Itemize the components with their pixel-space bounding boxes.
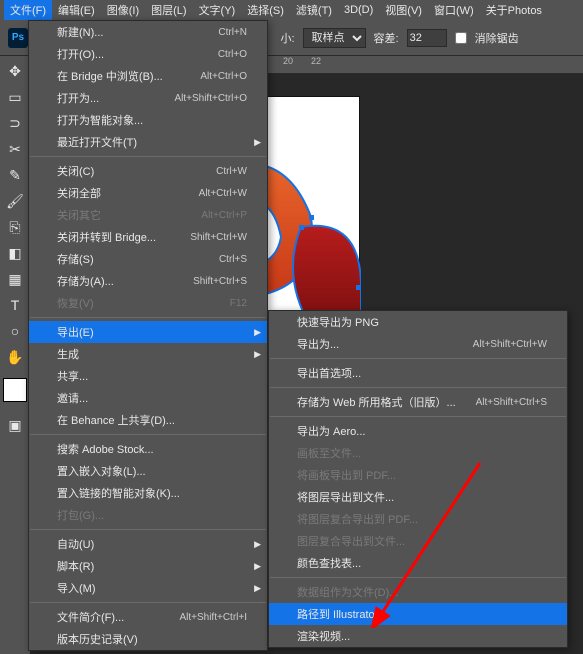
file-menu-dropdown: 新建(N)...Ctrl+N打开(O)...Ctrl+O在 Bridge 中浏览… bbox=[28, 20, 268, 651]
menu-item[interactable]: 快速导出为 PNG bbox=[269, 311, 567, 333]
menu-item[interactable]: 新建(N)...Ctrl+N bbox=[29, 21, 267, 43]
menu-item[interactable]: 共享... bbox=[29, 365, 267, 387]
hand-tool-icon[interactable]: ✋ bbox=[4, 346, 26, 368]
chevron-right-icon: ▶ bbox=[254, 561, 261, 572]
type-tool-icon[interactable]: T bbox=[4, 294, 26, 316]
menu-item[interactable]: 邀请... bbox=[29, 387, 267, 409]
ps-logo: Ps bbox=[8, 28, 28, 48]
menubar-item[interactable]: 选择(S) bbox=[241, 0, 290, 20]
menu-item[interactable]: 文件简介(F)...Alt+Shift+Ctrl+I bbox=[29, 606, 267, 628]
shape-tool-icon[interactable]: ○ bbox=[4, 320, 26, 342]
menu-item[interactable]: 导出为...Alt+Shift+Ctrl+W bbox=[269, 333, 567, 355]
menu-item[interactable]: 打开为智能对象... bbox=[29, 109, 267, 131]
menu-item[interactable]: 颜色查找表... bbox=[269, 552, 567, 574]
menu-item: 关闭其它Alt+Ctrl+P bbox=[29, 204, 267, 226]
menu-item: 画板至文件... bbox=[269, 442, 567, 464]
move-tool-icon[interactable]: ✥ bbox=[4, 60, 26, 82]
edit-mode-icon[interactable]: ▣ bbox=[4, 414, 26, 436]
menu-item[interactable]: 搜索 Adobe Stock... bbox=[29, 438, 267, 460]
menu-item[interactable]: 关闭并转到 Bridge...Shift+Ctrl+W bbox=[29, 226, 267, 248]
menu-item[interactable]: 关闭(C)Ctrl+W bbox=[29, 160, 267, 182]
menubar-item[interactable]: 3D(D) bbox=[338, 2, 379, 18]
tolerance-label: 容差: bbox=[374, 30, 399, 46]
menu-item[interactable]: 在 Bridge 中浏览(B)...Alt+Ctrl+O bbox=[29, 65, 267, 87]
menubar-item[interactable]: 窗口(W) bbox=[428, 0, 480, 20]
chevron-right-icon: ▶ bbox=[254, 327, 261, 338]
menu-item[interactable]: 打开(O)...Ctrl+O bbox=[29, 43, 267, 65]
menu-item[interactable]: 导出首选项... bbox=[269, 362, 567, 384]
menu-item[interactable]: 存储为 Web 所用格式（旧版）...Alt+Shift+Ctrl+S bbox=[269, 391, 567, 413]
menu-item[interactable]: 存储为(A)...Shift+Ctrl+S bbox=[29, 270, 267, 292]
sample-select[interactable]: 取样点 bbox=[303, 28, 366, 48]
menu-item: 数据组作为文件(D)... bbox=[269, 581, 567, 603]
menu-item[interactable]: 版本历史记录(V) bbox=[29, 628, 267, 650]
menu-item[interactable]: 脚本(R)▶ bbox=[29, 555, 267, 577]
sample-label: 小: bbox=[280, 30, 294, 46]
menu-item[interactable]: 渲染视频... bbox=[269, 625, 567, 647]
menubar-item[interactable]: 关于Photos bbox=[480, 0, 548, 20]
menu-item[interactable]: 自动(U)▶ bbox=[29, 533, 267, 555]
menu-item[interactable]: 在 Behance 上共享(D)... bbox=[29, 409, 267, 431]
menu-item: 打包(G)... bbox=[29, 504, 267, 526]
antialias-label: 消除锯齿 bbox=[475, 30, 519, 46]
export-submenu-dropdown: 快速导出为 PNG导出为...Alt+Shift+Ctrl+W 导出首选项... 存… bbox=[268, 310, 568, 648]
antialias-checkbox[interactable] bbox=[455, 32, 467, 44]
chevron-right-icon: ▶ bbox=[254, 539, 261, 550]
chevron-right-icon: ▶ bbox=[254, 583, 261, 594]
menu-item: 恢复(V)F12 bbox=[29, 292, 267, 314]
menu-item[interactable]: 最近打开文件(T)▶ bbox=[29, 131, 267, 153]
menu-item[interactable]: 导出为 Aero... bbox=[269, 420, 567, 442]
menu-item[interactable]: 关闭全部Alt+Ctrl+W bbox=[29, 182, 267, 204]
menu-item[interactable]: 将图层导出到文件... bbox=[269, 486, 567, 508]
menu-item[interactable]: 置入嵌入对象(L)... bbox=[29, 460, 267, 482]
menubar-item[interactable]: 编辑(E) bbox=[52, 0, 101, 20]
menu-item: 将画板导出到 PDF... bbox=[269, 464, 567, 486]
menu-item[interactable]: 导入(M)▶ bbox=[29, 577, 267, 599]
lasso-tool-icon[interactable]: ⊃ bbox=[4, 112, 26, 134]
gradient-tool-icon[interactable]: ▦ bbox=[4, 268, 26, 290]
menu-item: 图层复合导出到文件... bbox=[269, 530, 567, 552]
eyedropper-tool-icon[interactable]: ✎ bbox=[4, 164, 26, 186]
marquee-tool-icon[interactable]: ▭ bbox=[4, 86, 26, 108]
brush-tool-icon[interactable]: 🖌 bbox=[4, 190, 26, 212]
menubar-item[interactable]: 视图(V) bbox=[379, 0, 428, 20]
chevron-right-icon: ▶ bbox=[254, 349, 261, 360]
toolbar: ✥ ▭ ⊃ ✂ ✎ 🖌 ⎘ ◧ ▦ T ○ ✋ ▣ bbox=[0, 56, 30, 654]
menubar-item[interactable]: 文件(F) bbox=[4, 0, 52, 20]
menu-item: 将图层复合导出到 PDF... bbox=[269, 508, 567, 530]
stamp-tool-icon[interactable]: ⎘ bbox=[4, 216, 26, 238]
menu-item[interactable]: 导出(E)▶ bbox=[29, 321, 267, 343]
menu-item[interactable]: 路径到 Illustrator... bbox=[269, 603, 567, 625]
menu-item[interactable]: 置入链接的智能对象(K)... bbox=[29, 482, 267, 504]
menubar-item[interactable]: 文字(Y) bbox=[193, 0, 242, 20]
chevron-right-icon: ▶ bbox=[254, 137, 261, 148]
color-swatch[interactable] bbox=[3, 378, 27, 402]
menu-item[interactable]: 生成▶ bbox=[29, 343, 267, 365]
crop-tool-icon[interactable]: ✂ bbox=[4, 138, 26, 160]
menu-item[interactable]: 打开为...Alt+Shift+Ctrl+O bbox=[29, 87, 267, 109]
menubar-item[interactable]: 图层(L) bbox=[145, 0, 192, 20]
tolerance-input[interactable] bbox=[407, 29, 447, 47]
menubar-item[interactable]: 图像(I) bbox=[101, 0, 145, 20]
menu-item[interactable]: 存储(S)Ctrl+S bbox=[29, 248, 267, 270]
menubar-item[interactable]: 滤镜(T) bbox=[290, 0, 338, 20]
eraser-tool-icon[interactable]: ◧ bbox=[4, 242, 26, 264]
